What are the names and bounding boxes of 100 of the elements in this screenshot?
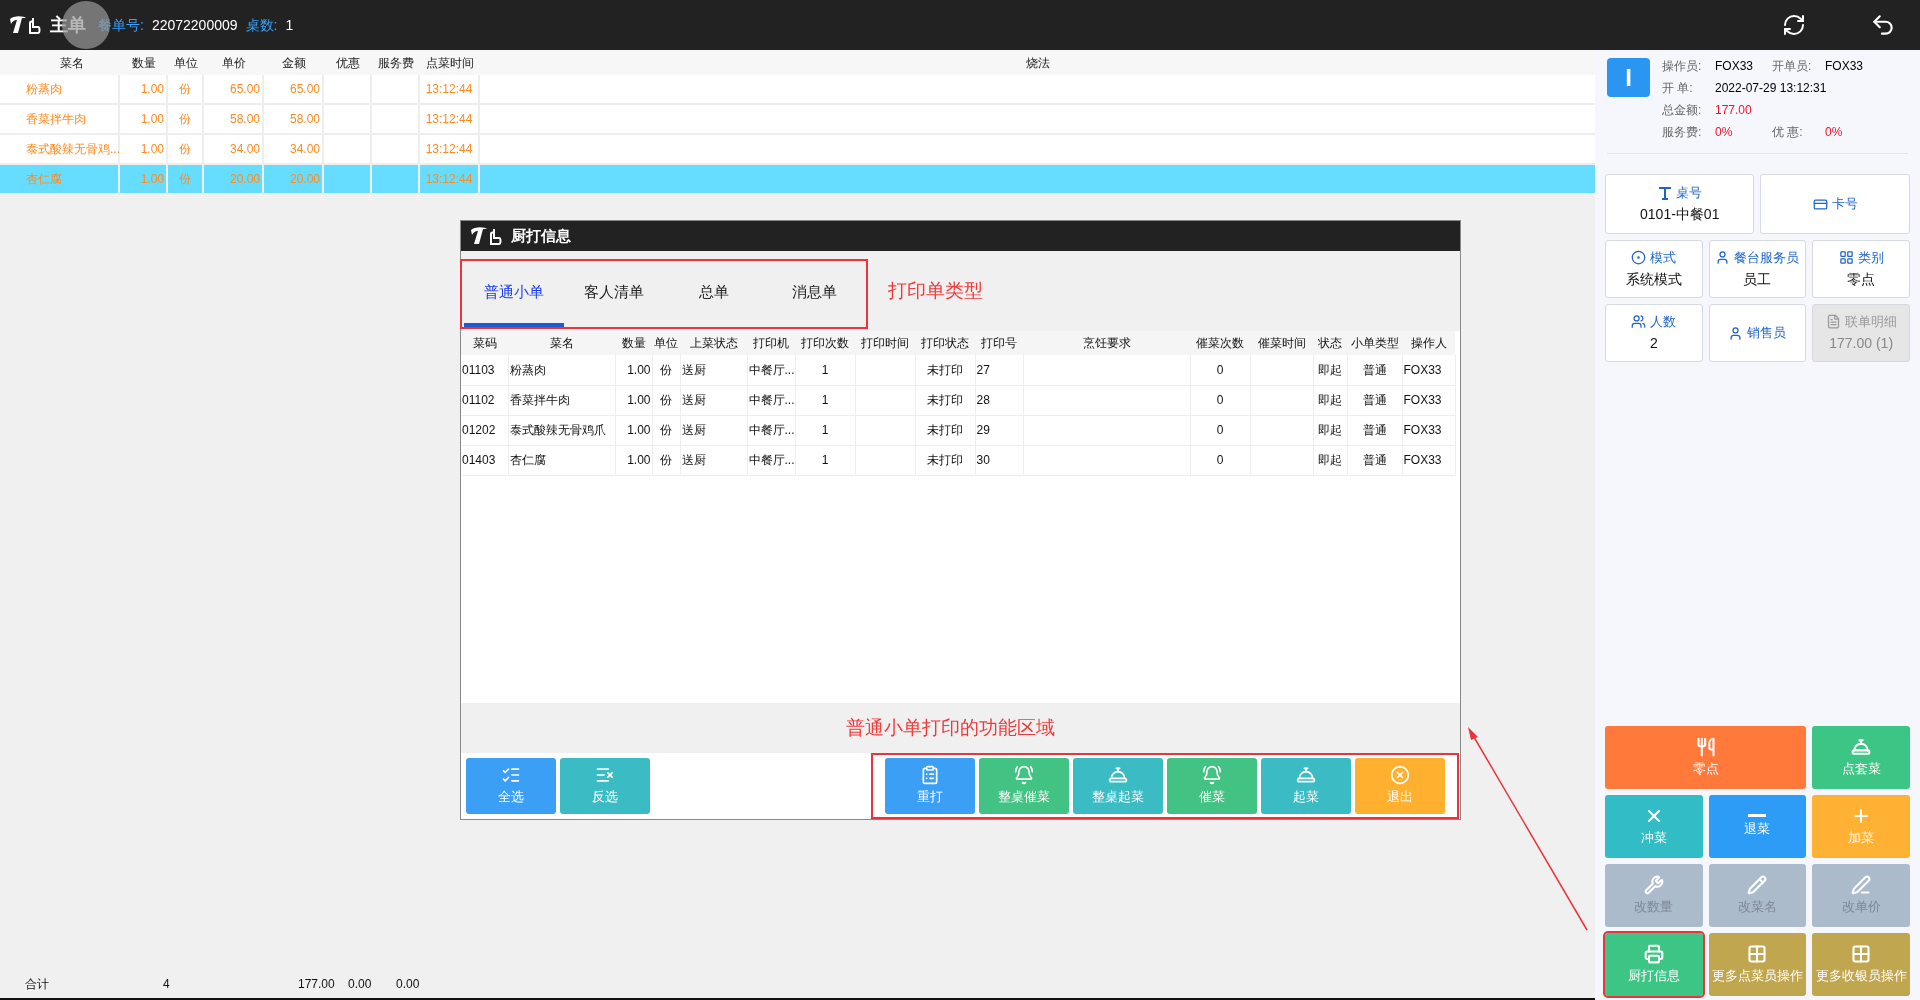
dialog-button[interactable]: 重打 (885, 758, 975, 814)
table-cell: 份 (652, 445, 680, 475)
table-cell: 29 (975, 415, 1023, 445)
minus-icon (1748, 814, 1767, 818)
table-cell: 1.00 (615, 355, 652, 385)
total-label: 合计 (25, 976, 50, 993)
table-cell: 送厨 (680, 385, 747, 415)
info-card-button[interactable]: 餐台服务员 员工 (1708, 240, 1807, 298)
table-cell: 30 (975, 445, 1023, 475)
column-header: 上菜状态 (680, 331, 747, 355)
order-row[interactable]: 杏仁腐 1.00 份 20.00 20.00 13:12:44 (0, 165, 1595, 195)
info-card-button[interactable]: 销售员 (1708, 304, 1807, 362)
tab[interactable]: 总单 (664, 261, 764, 327)
order-row[interactable]: 粉蒸肉 1.00 份 65.00 65.00 13:12:44 (0, 75, 1595, 105)
info-label: 服务费: (1662, 124, 1703, 141)
column-header: 服务费 (372, 50, 420, 75)
tab[interactable]: 客人清单 (564, 261, 664, 327)
table-cell-text: 粉蒸肉 (26, 81, 63, 98)
tab[interactable]: 普通小单 (464, 261, 564, 327)
table-cell: 27 (975, 355, 1023, 385)
table-cell: 即起 (1313, 385, 1347, 415)
cloche-icon (1296, 765, 1316, 786)
column-header: 金额 (264, 50, 324, 75)
dialog-button[interactable]: 整桌催菜 (979, 758, 1069, 814)
table-cell-text: 13:12:44 (424, 81, 474, 98)
info-value: 2022-07-29 13:12:31 (1715, 80, 1828, 97)
table-cell: 01102 (461, 385, 508, 415)
dialog-button[interactable]: 退出 (1355, 758, 1445, 814)
printer-icon (1643, 943, 1664, 964)
info-card-button[interactable]: 类别 零点 (1812, 240, 1910, 298)
table-cell-text: 1.00 (139, 111, 164, 128)
dialog-button[interactable]: 整桌起菜 (1073, 758, 1163, 814)
info-card-button[interactable]: 模式 系统模式 (1605, 240, 1703, 298)
table-cell: 0 (1190, 415, 1250, 445)
action-button[interactable]: 更多收银员操作 (1812, 933, 1910, 996)
column-header: 菜码 (461, 331, 508, 355)
table-cell: 中餐厅... (747, 385, 795, 415)
table-cell-text: 香菜拌牛肉 (26, 111, 87, 128)
wrench-icon (1643, 874, 1664, 895)
pen-icon (1851, 874, 1872, 895)
back-icon[interactable] (1870, 12, 1896, 38)
action-button[interactable]: 零点 (1605, 726, 1807, 789)
action-button[interactable]: 加菜 (1812, 795, 1910, 858)
order-row[interactable]: 泰式酸辣无骨鸡... 1.00 份 34.00 34.00 13:12:44 (0, 135, 1595, 165)
fork-knife-icon (1695, 736, 1716, 757)
table-cell-text: 1.00 (139, 81, 164, 98)
info-label: 总金额: (1662, 102, 1703, 119)
action-button[interactable]: 点套菜 (1812, 726, 1910, 789)
column-header: 打印状态 (915, 331, 975, 355)
table-cell: FOX33 (1402, 415, 1455, 445)
table-cell: 普通 (1347, 385, 1402, 415)
annotation-text: 普通小单打印的功能区域 (846, 715, 1055, 740)
close-icon (1390, 765, 1410, 786)
clipboard-icon (920, 765, 940, 786)
dialog-button[interactable]: 反选 (560, 758, 650, 814)
order-row[interactable]: 香菜拌牛肉 1.00 份 58.00 58.00 13:12:44 (0, 105, 1595, 135)
action-button[interactable]: 退菜 (1708, 795, 1807, 858)
table-cell-text: 13:12:44 (424, 111, 474, 128)
annotation-text: 打印单类型 (888, 278, 983, 303)
table-cell: 送厨 (680, 415, 747, 445)
table-cell: FOX33 (1402, 385, 1455, 415)
table-cell: 即起 (1313, 415, 1347, 445)
table-cell: 中餐厅... (747, 415, 795, 445)
table-cell: 1 (795, 445, 855, 475)
total-discount: 0.00 (348, 976, 373, 993)
table-cell: 1.00 (615, 385, 652, 415)
cloche-icon (1108, 765, 1128, 786)
table-cell: 粉蒸肉 (508, 355, 615, 385)
action-button[interactable]: 冲菜 (1605, 795, 1703, 858)
column-header: 打印时间 (855, 331, 915, 355)
total-service: 0.00 (396, 976, 420, 993)
column-header: 单位 (652, 331, 680, 355)
dialog-button[interactable]: 全选 (466, 758, 556, 814)
info-label: 操作员: (1662, 58, 1703, 75)
dialog-button[interactable]: 起菜 (1261, 758, 1351, 814)
action-button[interactable]: 厨打信息 (1605, 933, 1703, 996)
total-qty: 4 (163, 976, 171, 993)
info-card-button[interactable]: 卡号 (1760, 174, 1910, 234)
table-cell: 未打印 (915, 355, 975, 385)
dialog-button[interactable]: 催菜 (1167, 758, 1257, 814)
table-cell-text: 65.00 (288, 81, 320, 98)
circle-icon (1631, 250, 1647, 265)
column-header: 单价 (204, 50, 264, 75)
info-label: 开单员: (1772, 58, 1813, 75)
info-label: 开 单: (1662, 80, 1694, 97)
table-cell: FOX33 (1402, 355, 1455, 385)
table-cell-text: 份 (178, 111, 192, 128)
info-card-button[interactable]: 桌号 0101-中餐01 (1605, 174, 1755, 234)
table-cell: 01403 (461, 445, 508, 475)
logo-icon (469, 226, 503, 246)
table-cell: 份 (652, 355, 680, 385)
refresh-icon[interactable] (1782, 13, 1806, 37)
info-value: 0% (1715, 124, 1734, 141)
tab[interactable]: 消息单 (764, 261, 864, 327)
action-button[interactable]: 更多点菜员操作 (1708, 933, 1807, 996)
table-cell: 未打印 (915, 445, 975, 475)
dialog-title: 厨打信息 (511, 225, 571, 246)
column-header: 打印次数 (795, 331, 855, 355)
column-header: 打印机 (747, 331, 795, 355)
info-card-button[interactable]: 人数 2 (1605, 304, 1703, 362)
